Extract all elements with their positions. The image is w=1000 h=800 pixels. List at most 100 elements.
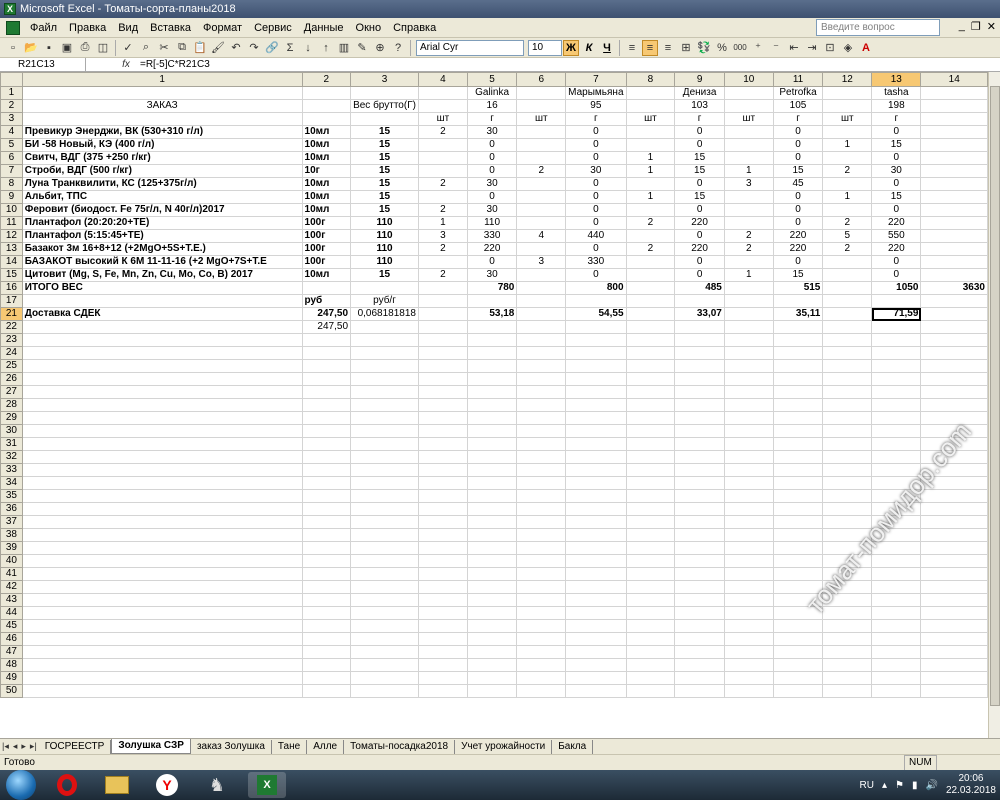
cell[interactable]	[871, 580, 922, 594]
cell[interactable]	[871, 671, 922, 685]
cell[interactable]: 0	[565, 151, 627, 165]
cell[interactable]	[565, 580, 627, 594]
cell[interactable]	[21, 411, 303, 425]
cell[interactable]	[301, 424, 352, 438]
cell[interactable]	[920, 125, 988, 139]
tab-tane[interactable]: Тане	[272, 739, 308, 754]
cell[interactable]	[822, 463, 873, 477]
cell[interactable]	[674, 580, 725, 594]
cell[interactable]	[466, 645, 518, 659]
cell[interactable]	[350, 580, 419, 594]
tray-arrow-icon[interactable]: ▴	[882, 780, 887, 791]
cell[interactable]	[723, 294, 774, 308]
cell[interactable]	[625, 645, 676, 659]
cell[interactable]	[418, 463, 468, 477]
cell[interactable]: 0	[565, 268, 627, 282]
cell[interactable]	[21, 385, 303, 399]
cell[interactable]	[21, 606, 303, 620]
cell[interactable]	[674, 515, 725, 529]
cell[interactable]: 10мл	[301, 151, 352, 165]
cell[interactable]	[723, 190, 774, 204]
cell[interactable]	[822, 151, 873, 165]
last-sheet-icon[interactable]: ▸|	[28, 741, 39, 752]
cell[interactable]	[871, 320, 922, 334]
cell[interactable]	[466, 398, 518, 412]
cell[interactable]	[723, 346, 774, 360]
cell[interactable]	[565, 450, 627, 464]
cell[interactable]: 2	[418, 203, 468, 217]
help-icon[interactable]: ?	[390, 40, 406, 56]
cell[interactable]	[871, 463, 922, 477]
cell[interactable]	[350, 411, 419, 425]
row-header[interactable]: 24	[0, 346, 23, 360]
cell[interactable]	[772, 489, 824, 503]
cell[interactable]	[350, 684, 419, 698]
cell[interactable]	[418, 476, 468, 490]
cell[interactable]: 0	[674, 177, 725, 191]
cell[interactable]	[350, 619, 419, 633]
row-header[interactable]: 46	[0, 632, 23, 646]
cell[interactable]	[301, 580, 352, 594]
cell[interactable]: 0	[565, 203, 627, 217]
cell[interactable]	[350, 385, 419, 399]
cell[interactable]	[466, 333, 518, 347]
cell[interactable]	[920, 138, 988, 152]
cell[interactable]	[723, 606, 774, 620]
cell[interactable]: 550	[871, 229, 922, 243]
cell[interactable]	[822, 658, 873, 672]
cell[interactable]	[21, 320, 303, 334]
cell[interactable]: ИТОГО ВЕС	[21, 281, 303, 295]
cell[interactable]: 0	[466, 255, 518, 269]
cell[interactable]	[418, 671, 468, 685]
cell[interactable]: Плантафол (5:15:45+ТЕ)	[21, 229, 303, 243]
cell[interactable]	[625, 411, 676, 425]
cell[interactable]	[772, 385, 824, 399]
cell[interactable]	[772, 606, 824, 620]
cell[interactable]	[625, 541, 676, 555]
cell[interactable]	[772, 515, 824, 529]
cell[interactable]	[350, 450, 419, 464]
cell[interactable]	[516, 619, 567, 633]
start-button[interactable]	[6, 770, 36, 800]
cell[interactable]	[871, 567, 922, 581]
cell[interactable]	[625, 658, 676, 672]
cell[interactable]: 800	[565, 281, 627, 295]
cell[interactable]: 1	[723, 164, 774, 178]
cell[interactable]	[920, 86, 988, 100]
cell[interactable]: 30	[466, 177, 518, 191]
cell[interactable]	[21, 359, 303, 373]
new-icon[interactable]: ▫	[5, 40, 21, 56]
cell[interactable]	[565, 502, 627, 516]
cell[interactable]	[822, 359, 873, 373]
cell[interactable]	[625, 281, 676, 295]
cell[interactable]	[772, 632, 824, 646]
cell[interactable]	[418, 541, 468, 555]
cell[interactable]	[723, 99, 774, 113]
tab-zakaz-zolushka[interactable]: заказ Золушка	[191, 739, 272, 754]
cell[interactable]	[301, 502, 352, 516]
cell[interactable]	[822, 255, 873, 269]
research-icon[interactable]: ⌕	[138, 40, 154, 56]
cell[interactable]: 2	[418, 268, 468, 282]
cell[interactable]: 0	[466, 151, 518, 165]
cell[interactable]	[565, 476, 627, 490]
cell[interactable]	[350, 320, 419, 334]
cell[interactable]: Альбит, ТПС	[21, 190, 303, 204]
column-header[interactable]: 14	[920, 72, 988, 87]
cell[interactable]: 15	[350, 138, 419, 152]
open-icon[interactable]: 📂	[23, 40, 39, 56]
cell[interactable]	[21, 528, 303, 542]
cell[interactable]: 0	[772, 203, 824, 217]
cell[interactable]	[516, 476, 567, 490]
cell[interactable]: г	[674, 112, 725, 126]
cell[interactable]: 103	[674, 99, 725, 113]
cell[interactable]	[625, 489, 676, 503]
cell[interactable]	[466, 528, 518, 542]
cell[interactable]	[920, 567, 988, 581]
cell[interactable]	[350, 359, 419, 373]
cell[interactable]	[871, 593, 922, 607]
cell[interactable]	[871, 515, 922, 529]
cell[interactable]	[516, 203, 567, 217]
column-header[interactable]: 1	[21, 72, 303, 87]
cell[interactable]	[723, 671, 774, 685]
